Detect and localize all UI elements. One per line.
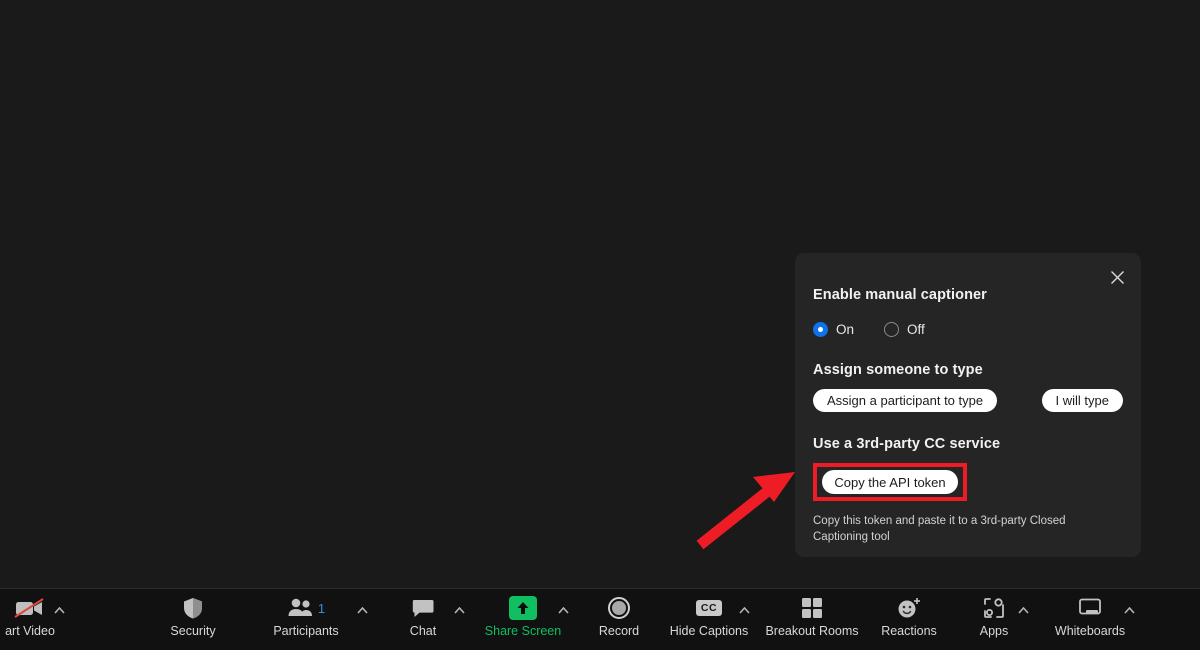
- toolbar-label-whiteboards: Whiteboards: [1054, 624, 1126, 638]
- toolbar-item-hide-captions[interactable]: CC Hide Captions: [663, 589, 755, 650]
- participants-icon: 1: [287, 595, 325, 621]
- cc-icon: CC: [695, 595, 723, 621]
- toolbar-label-security: Security: [170, 624, 216, 638]
- caret-hide-captions[interactable]: [737, 603, 751, 617]
- toolbar-item-apps[interactable]: Apps: [967, 589, 1021, 650]
- toolbar-label-apps: Apps: [979, 624, 1009, 638]
- toolbar-label-chat: Chat: [409, 624, 437, 638]
- breakout-rooms-icon: [800, 595, 824, 621]
- apps-icon: [982, 595, 1006, 621]
- radio-off-indicator: [884, 322, 900, 337]
- caret-share-screen[interactable]: [556, 603, 570, 617]
- meeting-toolbar: art Video Security 1 Participants Chat S…: [0, 588, 1200, 650]
- shield-icon: [182, 595, 204, 621]
- radio-option-on[interactable]: On: [813, 322, 854, 337]
- toolbar-item-start-video[interactable]: art Video: [0, 589, 68, 650]
- zoom-meeting-window: Enable manual captioner On Off Assign so…: [0, 0, 1200, 650]
- captioner-toggle-group: On Off: [813, 322, 1123, 337]
- share-screen-button-bg: [509, 596, 537, 620]
- radio-on-label: On: [836, 322, 855, 337]
- toolbar-item-breakout-rooms[interactable]: Breakout Rooms: [757, 589, 867, 650]
- toolbar-item-whiteboards[interactable]: Whiteboards: [1042, 589, 1138, 650]
- close-icon[interactable]: [1103, 263, 1131, 291]
- token-helper-text: Copy this token and paste it to a 3rd-pa…: [813, 515, 1066, 543]
- participants-count-badge: 1: [317, 600, 326, 616]
- toolbar-label-reactions: Reactions: [881, 624, 937, 638]
- caret-chat[interactable]: [452, 603, 466, 617]
- radio-off-label: Off: [907, 322, 925, 337]
- share-screen-icon: [509, 595, 537, 621]
- copy-token-highlight-box: Copy the API token: [813, 463, 967, 501]
- enable-manual-captioner-title: Enable manual captioner: [813, 287, 987, 303]
- toolbar-label-participants: Participants: [273, 624, 339, 638]
- toolbar-item-share-screen[interactable]: Share Screen: [477, 589, 569, 650]
- toolbar-item-participants[interactable]: 1 Participants: [266, 589, 346, 650]
- assign-someone-title: Assign someone to type: [813, 362, 983, 378]
- toolbar-item-security[interactable]: Security: [155, 589, 231, 650]
- toolbar-label-breakout-rooms: Breakout Rooms: [765, 624, 859, 638]
- chat-bubble-icon: [411, 595, 435, 621]
- toolbar-label-share-screen: Share Screen: [484, 624, 562, 638]
- assign-button-row: Assign a participant to type I will type: [813, 389, 1123, 412]
- radio-option-off[interactable]: Off: [884, 322, 925, 337]
- third-party-cc-title: Use a 3rd-party CC service: [813, 436, 1001, 452]
- video-off-icon: [13, 595, 47, 621]
- caret-participants[interactable]: [355, 603, 369, 617]
- toolbar-item-reactions[interactable]: Reactions: [874, 589, 944, 650]
- toolbar-label-record: Record: [598, 624, 640, 638]
- reactions-icon: [896, 595, 922, 621]
- record-icon: [607, 595, 631, 621]
- copy-api-token-button[interactable]: Copy the API token: [822, 470, 958, 494]
- assign-participant-button[interactable]: Assign a participant to type: [813, 389, 998, 412]
- caret-whiteboards[interactable]: [1122, 603, 1136, 617]
- toolbar-label-hide-captions: Hide Captions: [669, 624, 749, 638]
- toolbar-item-record[interactable]: Record: [588, 589, 650, 650]
- manual-captioner-panel: Enable manual captioner On Off Assign so…: [795, 253, 1141, 557]
- i-will-type-button[interactable]: I will type: [1041, 389, 1123, 412]
- caret-start-video[interactable]: [52, 603, 66, 617]
- whiteboard-icon: [1077, 595, 1103, 621]
- caret-apps[interactable]: [1016, 603, 1030, 617]
- toolbar-label-start-video: art Video: [5, 624, 55, 638]
- cc-badge-text: CC: [695, 600, 723, 616]
- radio-on-indicator: [813, 322, 828, 337]
- toolbar-item-chat[interactable]: Chat: [394, 589, 452, 650]
